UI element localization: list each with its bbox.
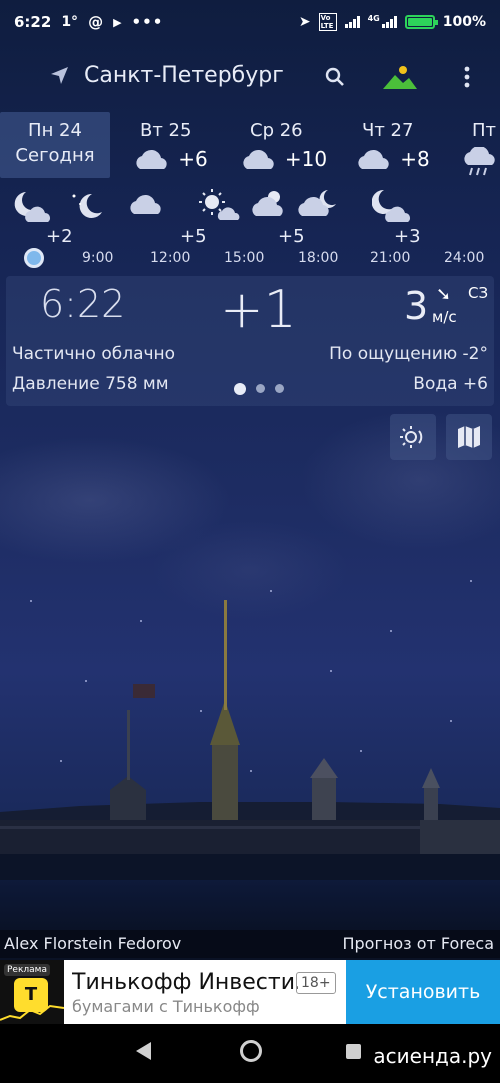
volte-icon: Vo LTE: [318, 13, 337, 31]
battery-percent: 100%: [442, 14, 486, 30]
weather-layers-button[interactable]: [390, 414, 436, 460]
moon-cloud-icon: [298, 190, 336, 216]
play-icon: ▶: [113, 15, 122, 29]
moon-stars-icon: [72, 193, 102, 218]
install-button[interactable]: Установить: [346, 960, 500, 1024]
sun-weather-icon: [400, 426, 423, 448]
ad-title: Тинькофф Инвести...: [72, 970, 298, 995]
cloud-icon: [358, 149, 389, 169]
age-rating-badge: 18+: [296, 972, 336, 994]
cloud-icon: [130, 194, 161, 214]
search-icon[interactable]: [318, 60, 352, 94]
system-nav-bar: асиенда.ру: [0, 1024, 500, 1083]
ad-banner[interactable]: Реклама Т Тинькофф Инвести... бумагами с…: [0, 960, 500, 1024]
map-button[interactable]: [446, 414, 492, 460]
sun-cloud-icon: [252, 191, 283, 216]
map-icon: [458, 426, 480, 448]
more-dots-icon: •••: [131, 13, 164, 31]
day-tab[interactable]: Ср 26 +10: [228, 112, 338, 178]
wind-direction-arrow-icon: ➘: [436, 284, 452, 305]
day-name: Чт 27: [362, 120, 414, 141]
hourly-time: 21:00: [370, 250, 411, 266]
status-time: 6:22: [14, 13, 52, 31]
forecast-provider[interactable]: Прогноз от Foreca: [342, 934, 494, 953]
current-temperature: +1: [220, 280, 297, 340]
hourly-temp: +2: [46, 226, 73, 247]
hourly-time: 24:00: [444, 250, 485, 266]
day-tab[interactable]: Пт: [460, 112, 500, 178]
day-name: Пн 24: [28, 120, 82, 141]
hourly-time: 9:00: [82, 250, 114, 266]
background-image-icon[interactable]: [380, 60, 420, 94]
ad-badge: Реклама: [4, 964, 50, 976]
day-temp: +6: [178, 147, 208, 171]
current-time: 6:22: [40, 282, 126, 326]
hourly-temp: +5: [180, 226, 207, 247]
back-icon[interactable]: [136, 1042, 151, 1060]
photo-author[interactable]: Alex Florstein Fedorov: [4, 934, 181, 953]
day-subtitle: Сегодня: [15, 145, 95, 166]
status-temp: 1°: [61, 14, 79, 30]
cloud-icon: [243, 149, 274, 169]
cloud-icon: [136, 149, 167, 169]
moon-cloud-icon: [372, 189, 410, 222]
ad-thumbnail: Реклама Т: [0, 960, 64, 1024]
daily-forecast: Пн 24 Сегодня Вт 25 +6 Ср 26 +10 Чт 27 +…: [0, 112, 500, 182]
at-icon: @: [88, 13, 104, 31]
hourly-time: 18:00: [298, 250, 339, 266]
signal-icon: [344, 16, 360, 28]
current-conditions-panel[interactable]: 6:22 +1 3 ➘ СЗ м/с Частично облачно Давл…: [6, 276, 494, 406]
water-temperature: Вода +6: [413, 374, 488, 394]
home-icon[interactable]: [240, 1040, 262, 1062]
current-time-marker: [24, 248, 44, 268]
day-tab-today[interactable]: Пн 24 Сегодня: [0, 112, 110, 178]
credits-bar: Alex Florstein Fedorov Прогноз от Foreca: [0, 930, 500, 958]
rain-cloud-icon: [464, 147, 495, 176]
moon-cloud-icon: [14, 192, 50, 222]
signal-icon-2: [381, 16, 397, 28]
pressure: Давление 758 мм: [12, 374, 169, 394]
wind-direction: СЗ: [468, 284, 489, 302]
day-temp: +10: [284, 147, 328, 171]
hourly-forecast[interactable]: +2 +5 +5 +3 9:00 12:00 15:00 18:00 21:00…: [0, 186, 500, 270]
ad-subtitle: бумагами с Тинькофф: [72, 997, 260, 1016]
hourly-time: 15:00: [224, 250, 265, 266]
feels-like: По ощущению -2°: [329, 344, 488, 364]
city-name[interactable]: Санкт-Петербург: [84, 63, 284, 88]
day-tab[interactable]: Вт 25 +6: [120, 112, 220, 178]
hourly-time: 12:00: [150, 250, 191, 266]
weather-condition: Частично облачно: [12, 344, 176, 364]
day-tab[interactable]: Чт 27 +8: [342, 112, 442, 178]
location-status-icon: ➤: [298, 14, 311, 30]
day-name: Пт: [472, 120, 497, 141]
network-type: 4G: [367, 13, 380, 23]
page-indicator: [234, 383, 284, 395]
app-bar: Санкт-Петербург: [0, 50, 500, 104]
fortress-silhouette: [0, 600, 500, 880]
recent-apps-icon[interactable]: [346, 1044, 361, 1059]
battery-icon: [404, 15, 438, 29]
hourly-temp: +5: [278, 226, 305, 247]
location-arrow-icon[interactable]: [48, 64, 72, 88]
sun-cloud-icon: [199, 189, 240, 220]
overflow-menu-icon[interactable]: [450, 60, 484, 94]
wind-speed: 3: [404, 284, 429, 328]
wind-unit: м/с: [432, 308, 457, 326]
watermark: асиенда.ру: [373, 1044, 492, 1068]
hourly-temp: +3: [394, 226, 421, 247]
day-temp: +8: [400, 147, 430, 171]
day-name: Ср 26: [250, 120, 303, 141]
status-bar: 6:22 1° @ ▶ ••• ➤ Vo LTE 4G 100%: [0, 0, 500, 44]
day-name: Вт 25: [140, 120, 192, 141]
